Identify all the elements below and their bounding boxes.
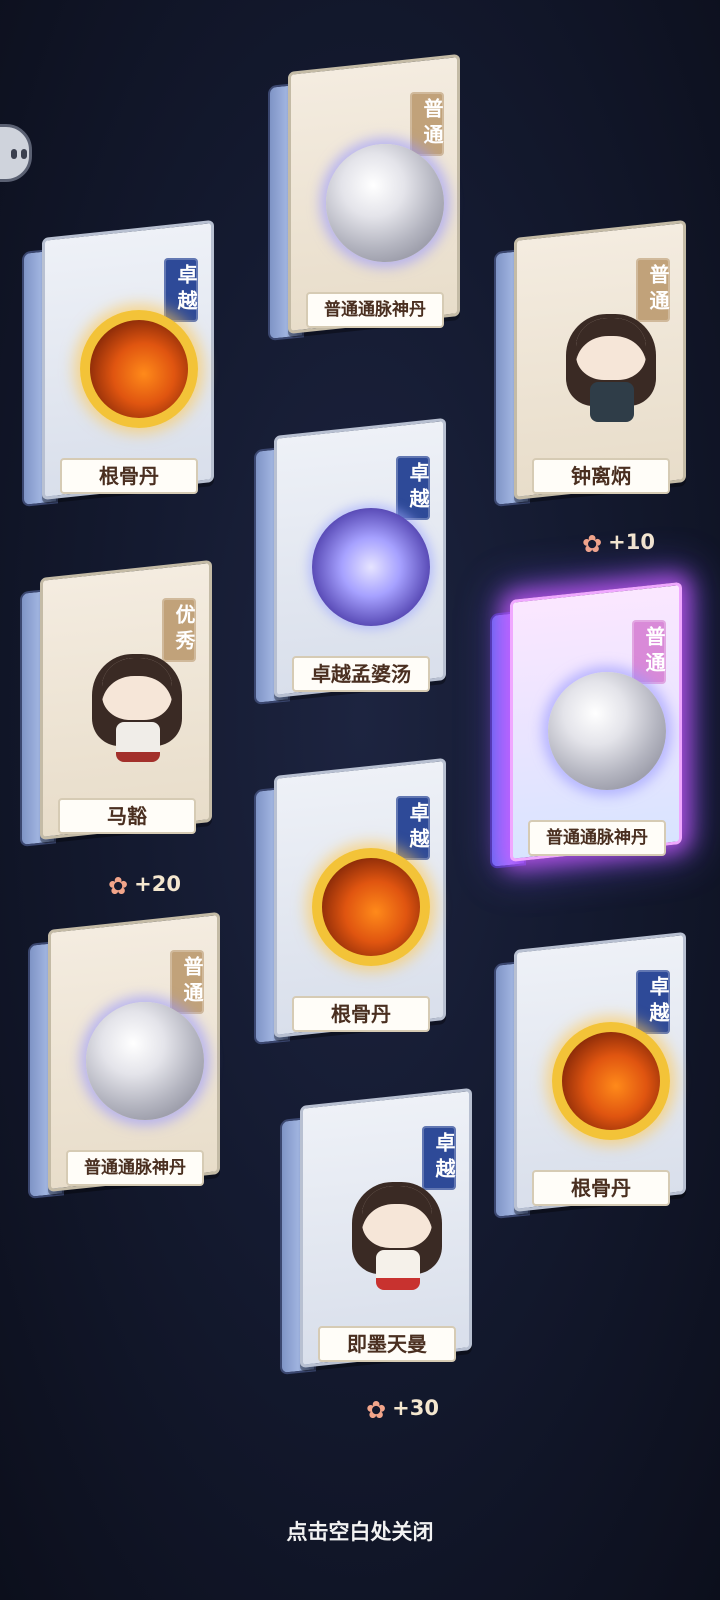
lotus-icon: ✿ (582, 530, 603, 558)
rarity-badge: 卓越 (636, 970, 670, 1034)
close-hint[interactable]: 点击空白处关闭 (0, 1516, 720, 1546)
item-name: 钟离炳 (532, 458, 670, 494)
lotus-icon: ✿ (366, 1396, 387, 1424)
head-shape (362, 1186, 432, 1248)
reward-card[interactable]: 卓越 根骨丹 (22, 219, 214, 508)
bubble-eye-right (21, 149, 27, 159)
character-portrait-icon (552, 310, 670, 428)
gold-pill-icon (312, 848, 430, 966)
item-name: 根骨丹 (292, 996, 430, 1032)
item-name: 卓越孟婆汤 (292, 656, 430, 692)
chat-bubble-icon[interactable] (0, 124, 32, 182)
rarity-badge: 普通 (632, 620, 666, 684)
head-shape (102, 658, 172, 720)
body-shape (376, 1250, 420, 1290)
item-name: 普通通脉神丹 (66, 1150, 204, 1186)
rarity-badge: 卓越 (396, 456, 430, 520)
bonus-value: +20 (134, 872, 181, 896)
item-name: 普通通脉神丹 (528, 820, 666, 856)
item-name: 普通通脉神丹 (306, 292, 444, 328)
bonus-value: +10 (608, 530, 655, 554)
gray-pill-icon (86, 1002, 204, 1120)
item-name: 根骨丹 (60, 458, 198, 494)
bubble-eye-left (11, 149, 17, 159)
rarity-badge: 卓越 (396, 796, 430, 860)
character-portrait-icon (338, 1178, 456, 1296)
bonus-value: +30 (392, 1396, 439, 1420)
reward-card[interactable]: 卓越 根骨丹 (494, 931, 686, 1220)
item-name: 马豁 (58, 798, 196, 834)
body-shape (116, 722, 160, 762)
head-shape (576, 318, 646, 380)
rarity-badge: 普通 (170, 950, 204, 1014)
reward-card-highlighted[interactable]: 普通 普通通脉神丹 (490, 581, 682, 870)
reward-card[interactable]: 普通 普通通脉神丹 (28, 911, 220, 1200)
lotus-icon: ✿ (108, 872, 129, 900)
gold-pill-icon (80, 310, 198, 428)
reward-card[interactable]: 卓越 卓越孟婆汤 (254, 417, 446, 706)
reward-screen[interactable]: 普通 普通通脉神丹 卓越 根骨丹 普通 钟离炳 ✿ +10 卓越 卓越孟婆汤 优… (0, 0, 720, 1600)
reward-card[interactable]: 优秀 马豁 (20, 559, 212, 848)
reward-card[interactable]: 普通 钟离炳 (494, 219, 686, 508)
character-portrait-icon (78, 650, 196, 768)
reward-card[interactable]: 卓越 即墨天曼 (280, 1087, 472, 1376)
gray-pill-icon (326, 144, 444, 262)
rarity-badge: 普通 (410, 92, 444, 156)
bonus-label: ✿ +10 (582, 530, 655, 558)
body-shape (590, 382, 634, 422)
gray-pill-icon (548, 672, 666, 790)
bonus-label: ✿ +20 (108, 872, 181, 900)
rarity-badge: 卓越 (164, 258, 198, 322)
reward-card[interactable]: 普通 普通通脉神丹 (268, 53, 460, 342)
item-name: 根骨丹 (532, 1170, 670, 1206)
reward-card[interactable]: 卓越 根骨丹 (254, 757, 446, 1046)
gold-pill-icon (552, 1022, 670, 1140)
bonus-label: ✿ +30 (366, 1396, 439, 1424)
item-name: 即墨天曼 (318, 1326, 456, 1362)
soup-swirl-icon (312, 508, 430, 626)
